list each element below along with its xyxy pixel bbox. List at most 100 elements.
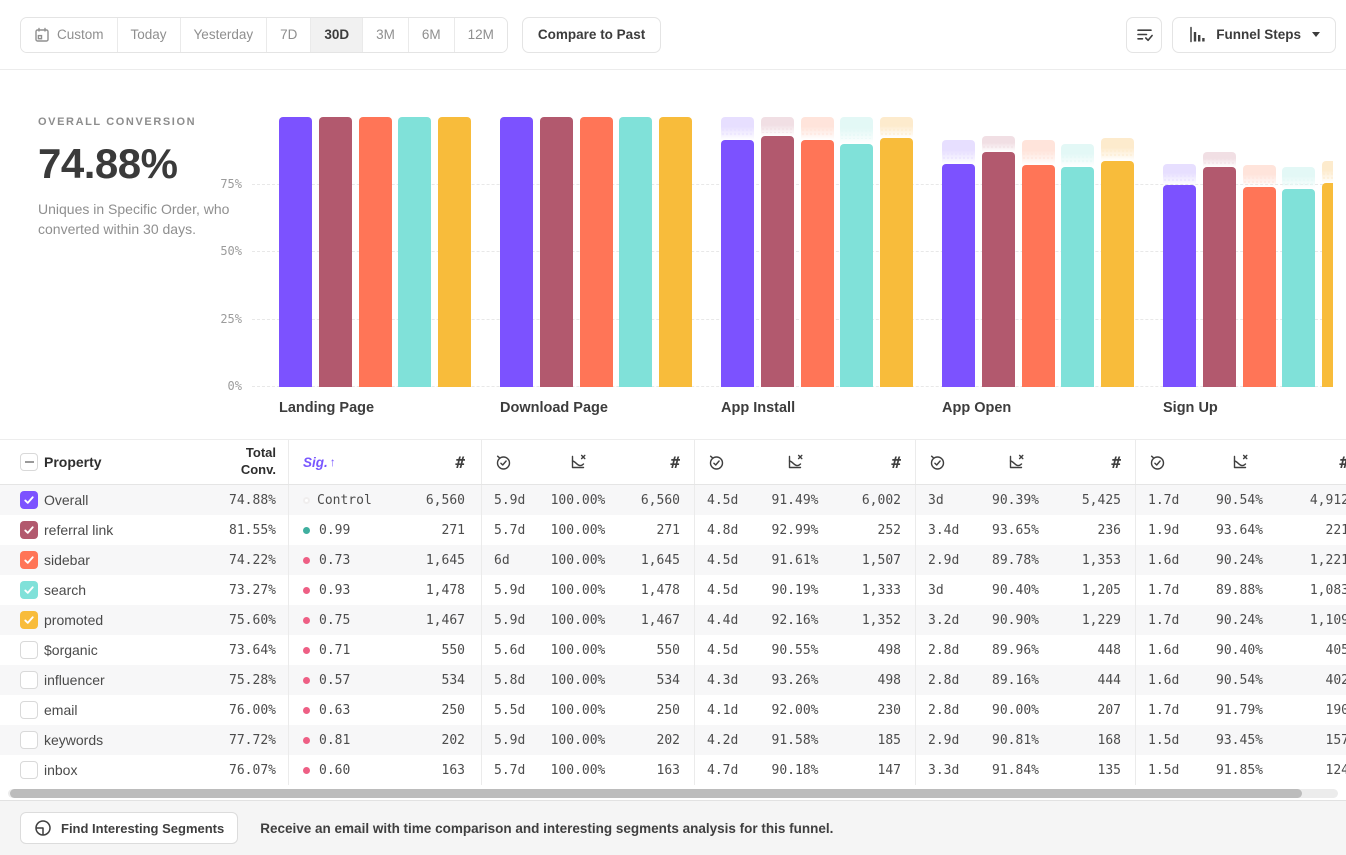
compare-to-past-button[interactable]: Compare to Past [522,17,661,53]
count-header-icon: # [835,453,901,472]
funnel-bar[interactable] [1282,115,1315,387]
row-checkbox[interactable] [20,671,38,689]
sig-column-header[interactable]: Sig.↑ [303,455,336,470]
funnel-bar[interactable] [319,115,352,387]
step-conversion: 93.64% [1196,523,1283,538]
step-conversion: 91.49% [755,493,835,508]
funnel-bar[interactable] [580,115,613,387]
step-conversion: 90.90% [976,613,1055,628]
funnel-bar[interactable] [761,115,794,387]
row-checkbox[interactable] [20,761,38,779]
find-interesting-segments-button[interactable]: Find Interesting Segments [20,812,238,844]
step-count: 207 [1055,703,1121,718]
funnel-bar[interactable] [359,115,392,387]
step-count: 402 [1283,673,1346,688]
funnel-steps-dropdown[interactable]: Funnel Steps [1172,17,1336,53]
range-custom-button[interactable]: Custom [21,18,118,52]
funnel-bar[interactable] [1203,115,1236,387]
funnel-bar[interactable] [500,115,533,387]
conversion-rate-icon [569,453,587,471]
select-all-checkbox[interactable] [20,453,38,471]
footer-bar: Find Interesting Segments Receive an ema… [0,800,1346,855]
dropoff-ghost [801,117,834,140]
funnel-bar[interactable] [942,115,975,387]
funnel-bar[interactable] [1163,115,1196,387]
funnel-bar[interactable] [1243,115,1276,387]
step-count: 147 [835,763,901,778]
range-3m-button[interactable]: 3M [363,18,409,52]
conversion-rate-icon [1007,453,1025,471]
dropoff-ghost [1061,144,1094,167]
step-count: 1,229 [1055,613,1121,628]
range-12m-button[interactable]: 12M [455,18,507,52]
step-count: 190 [1283,703,1346,718]
step-count: 550 [614,643,680,658]
funnel-bar[interactable] [279,115,312,387]
total-conv-column-header: TotalConv. [180,445,288,479]
step-count: 1,478 [614,583,680,598]
step-4-column-header: # [915,440,1135,484]
step-count: 252 [835,523,901,538]
conversion-rate-icon [1231,453,1249,471]
filter-list-check-icon [1135,25,1154,44]
funnel-bar[interactable] [840,115,873,387]
funnel-bar[interactable] [982,115,1015,387]
step-time: 1.6d [1148,553,1196,568]
step-count: 1,083 [1283,583,1346,598]
property-column-header: Property [44,454,180,470]
step-time: 2.8d [928,643,976,658]
bar-group-4 [1163,115,1333,387]
step-time: 6d [494,553,542,568]
range-6m-button[interactable]: 6M [409,18,455,52]
edit-columns-button[interactable] [1126,17,1162,53]
row-checkbox[interactable] [20,611,38,629]
funnel-bar[interactable] [438,115,471,387]
funnel-bar[interactable] [1101,115,1134,387]
row-checkbox[interactable] [20,731,38,749]
step-count: 448 [1055,643,1121,658]
step-count: 236 [1055,523,1121,538]
scrollbar-thumb[interactable] [10,789,1302,798]
range-7d-button[interactable]: 7D [267,18,311,52]
row-checkbox[interactable] [20,491,38,509]
sig-dot [303,647,310,654]
step-2-column-header: # [481,440,694,484]
segments-table: Property TotalConv. Sig.↑# # # # # Overa… [0,439,1346,785]
table-row: inbox 76.07% 0.601635.7d100.00%1634.7d90… [0,755,1346,785]
funnel-bar[interactable] [721,115,754,387]
dropoff-ghost [982,136,1015,152]
range-30d-button[interactable]: 30D [311,18,363,52]
row-checkbox[interactable] [20,551,38,569]
funnel-bar[interactable] [1061,115,1094,387]
funnel-bar[interactable] [801,115,834,387]
step-count: 1,467 [426,613,465,628]
funnel-bar[interactable] [1022,115,1055,387]
range-yesterday-button[interactable]: Yesterday [181,18,268,52]
table-row: sidebar 74.22% 0.731,6456d100.00%1,6454.… [0,545,1346,575]
funnel-bar[interactable] [398,115,431,387]
row-checkbox[interactable] [20,521,38,539]
y-tick-label: 50% [200,244,242,258]
step-conversion: 100.00% [542,583,614,598]
y-tick-label: 0% [200,379,242,393]
horizontal-scrollbar[interactable] [8,789,1338,798]
step-time: 2.9d [928,733,976,748]
funnel-bar[interactable] [540,115,573,387]
step-count: 163 [442,763,465,778]
funnel-bar[interactable] [1322,115,1333,387]
range-today-button[interactable]: Today [118,18,181,52]
step-count: 4,912 [1283,493,1346,508]
total-conversion: 73.64% [180,643,288,658]
funnel-bar[interactable] [659,115,692,387]
row-checkbox[interactable] [20,581,38,599]
count-header-icon: # [1283,453,1346,472]
step-time: 2.9d [928,553,976,568]
step-count: 5,425 [1055,493,1121,508]
row-checkbox[interactable] [20,701,38,719]
bar-group-0 [279,115,471,387]
funnel-bar[interactable] [619,115,652,387]
step-count: 534 [614,673,680,688]
funnel-bar[interactable] [880,115,913,387]
table-row: promoted 75.60% 0.751,4675.9d100.00%1,46… [0,605,1346,635]
row-checkbox[interactable] [20,641,38,659]
